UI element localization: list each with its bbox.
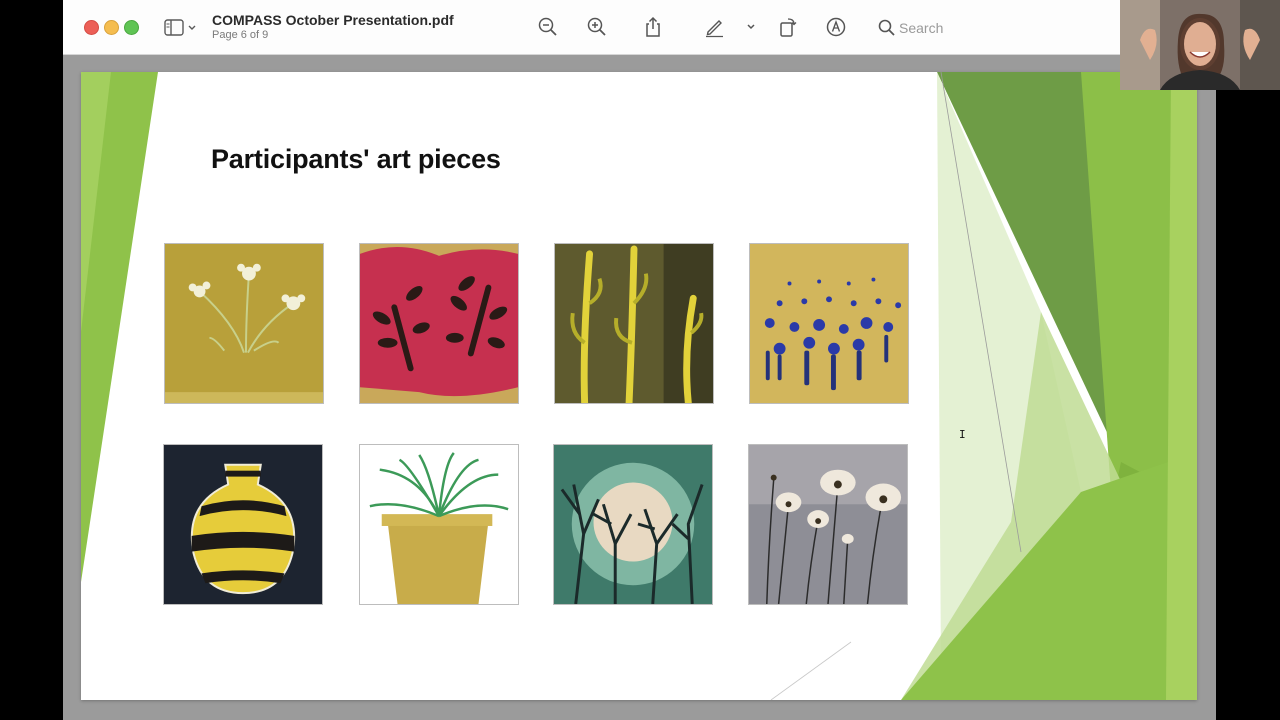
artwork-striped-vase [163,444,323,605]
pdf-viewer-window: COMPASS October Presentation.pdf Page 6 … [63,0,1216,720]
markup-button[interactable] [703,15,727,39]
maximize-window-button[interactable] [124,20,139,35]
annotate-button[interactable] [824,15,848,39]
chevron-down-icon [747,24,755,30]
share-button[interactable] [641,15,665,39]
zoom-out-button[interactable] [536,15,560,39]
search-icon [878,19,895,36]
artwork-trees-moon [553,444,713,605]
artwork-white-poppies [748,444,908,605]
markup-menu-button[interactable] [739,15,763,39]
zoom-in-icon [587,17,606,36]
artwork-blue-flowers [749,243,909,404]
title-bar: COMPASS October Presentation.pdf Page 6 … [63,0,1216,55]
rotate-button[interactable] [775,15,799,39]
slide-title: Participants' art pieces [211,144,501,174]
artwork-potted-plant [359,444,519,605]
rotate-icon [780,18,797,37]
artwork-yellow-stalks [554,243,714,404]
sidebar-toggle-button[interactable] [163,17,203,39]
page-indicator: Page 6 of 9 [212,29,269,41]
close-window-button[interactable] [84,20,99,35]
text-cursor-icon: I [959,428,966,441]
annotate-icon [826,17,846,37]
search-input[interactable] [899,18,1099,38]
minimize-window-button[interactable] [104,20,119,35]
artwork-white-flowers [164,243,324,404]
presenter-webcam-thumbnail [1120,0,1280,90]
markup-pen-icon [706,20,723,38]
slide-page: Participants' art pieces [81,72,1197,700]
artwork-black-leaves [359,243,519,404]
share-icon [646,16,660,37]
search-field[interactable] [869,15,1109,41]
zoom-in-button[interactable] [585,15,609,39]
document-title: COMPASS October Presentation.pdf [212,12,454,28]
sidebar-icon [164,19,196,36]
zoom-out-icon [538,17,557,36]
